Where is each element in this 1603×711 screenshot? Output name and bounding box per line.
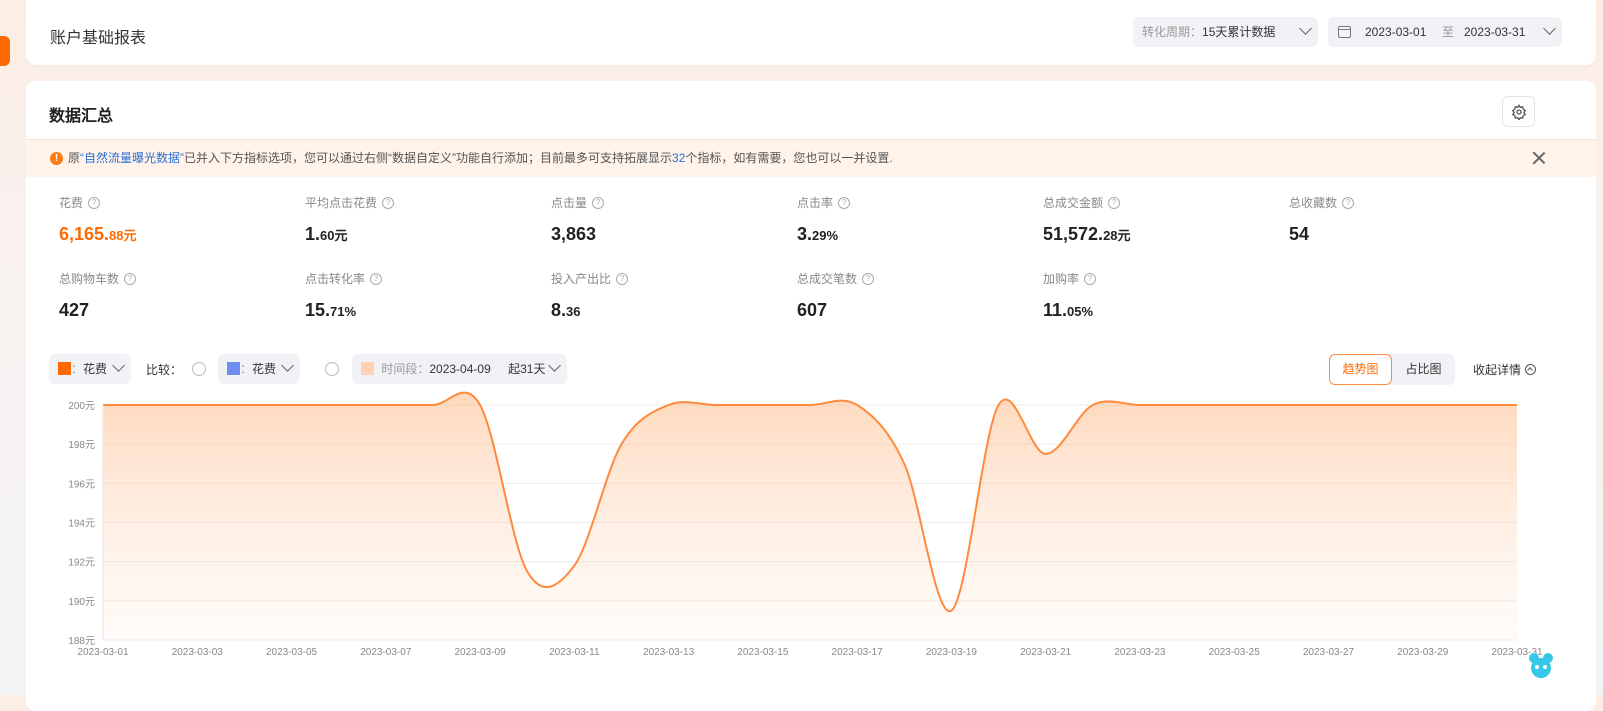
y-tick-label: 190元 <box>68 597 95 608</box>
x-tick-label: 2023-03-25 <box>1209 647 1261 658</box>
x-tick-label: 2023-03-19 <box>926 647 978 658</box>
x-tick-label: 2023-03-05 <box>266 647 318 658</box>
x-tick-label: 2023-03-13 <box>643 647 695 658</box>
y-tick-label: 196元 <box>68 479 95 490</box>
x-tick-label: 2023-03-03 <box>172 647 224 658</box>
x-tick-label: 2023-03-21 <box>1020 647 1072 658</box>
x-tick-label: 2023-03-09 <box>454 647 506 658</box>
trend-chart: 200元 198元 196元 194元 192元 190元 188元2023-03-01 20… <box>68 391 1543 658</box>
y-tick-label: 198元 <box>68 440 95 451</box>
y-tick-label: 188元 <box>68 636 95 647</box>
x-tick-label: 2023-03-11 <box>549 647 600 658</box>
x-tick-label: 2023-03-23 <box>1114 647 1166 658</box>
y-tick-label: 194元 <box>68 519 95 530</box>
y-tick-label: 192元 <box>68 558 95 569</box>
x-tick-label: 2023-03-07 <box>360 647 412 658</box>
x-tick-label: 2023-03-17 <box>832 647 884 658</box>
x-tick-label: 2023-03-29 <box>1397 647 1449 658</box>
x-tick-label: 2023-03-27 <box>1303 647 1355 658</box>
x-tick-label: 2023-03-01 <box>77 647 129 658</box>
mascot-icon[interactable] <box>1527 650 1555 680</box>
y-tick-label: 200元 <box>68 401 95 412</box>
x-tick-label: 2023-03-15 <box>737 647 789 658</box>
series-area <box>103 392 1517 640</box>
